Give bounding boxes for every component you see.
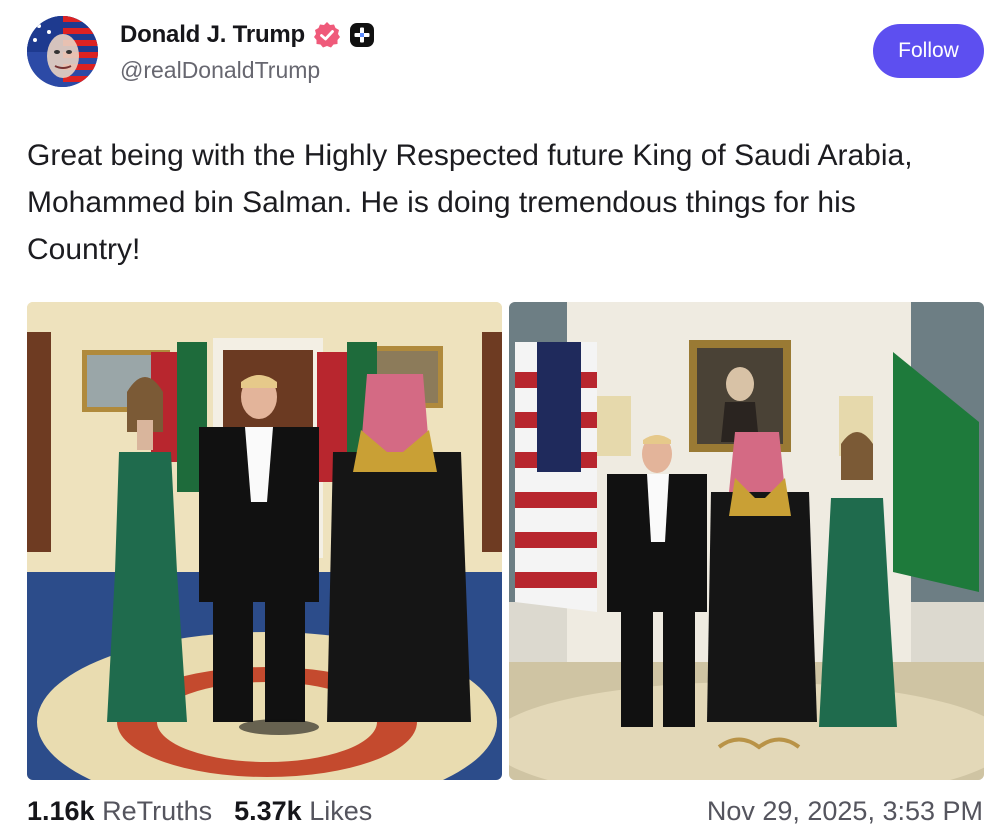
plus-badge-icon xyxy=(350,23,375,47)
verified-badge-icon xyxy=(314,22,341,48)
retruths-stat[interactable]: 1.16k ReTruths xyxy=(27,796,212,827)
likes-count: 5.37k xyxy=(234,796,302,826)
author-display-name[interactable]: Donald J. Trump xyxy=(120,21,305,49)
author-name-row: Donald J. Trump xyxy=(120,20,375,50)
avatar-image xyxy=(27,16,98,87)
retruths-label: ReTruths xyxy=(102,796,213,826)
photo-image xyxy=(27,302,502,780)
avatar[interactable] xyxy=(27,16,98,87)
author-handle[interactable]: @realDonaldTrump xyxy=(120,57,320,84)
likes-label: Likes xyxy=(309,796,373,826)
truth-post: Donald J. Trump @realDonaldTrump Follow … xyxy=(0,0,1000,831)
likes-stat[interactable]: 5.37k Likes xyxy=(234,796,372,827)
post-image-1[interactable] xyxy=(27,302,502,780)
photo-image xyxy=(509,302,984,780)
post-image-2[interactable] xyxy=(509,302,984,780)
post-text: Great being with the Highly Respected fu… xyxy=(27,139,913,266)
retruths-count: 1.16k xyxy=(27,796,95,826)
post-stats: 1.16k ReTruths 5.37k Likes xyxy=(27,796,372,827)
post-timestamp[interactable]: Nov 29, 2025, 3:53 PM xyxy=(707,796,983,827)
follow-button[interactable]: Follow xyxy=(873,24,984,78)
